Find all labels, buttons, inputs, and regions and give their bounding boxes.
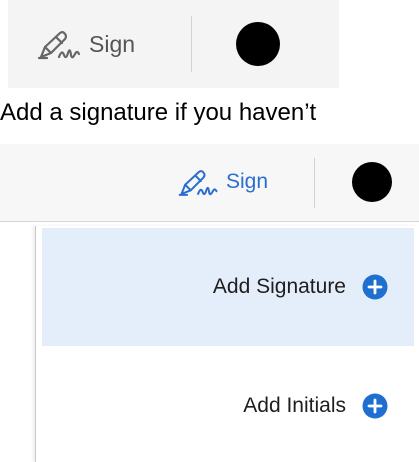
menu-item-label: Add Signature (212, 275, 346, 298)
sign-button[interactable]: Sign (35, 26, 135, 62)
top-toolbar: Sign (8, 0, 339, 88)
black-circle[interactable] (352, 162, 392, 202)
plus-circle-icon (362, 274, 388, 300)
menu-item-add-signature[interactable]: Add Signature (42, 228, 414, 346)
sign-label: Sign (89, 30, 136, 57)
active-toolbar: Sign (0, 144, 419, 222)
plus-circle-icon (362, 393, 388, 419)
pen-signature-icon (178, 170, 218, 196)
sign-label: Sign (226, 170, 269, 193)
sign-button-active[interactable]: Sign (176, 164, 268, 200)
instruction-caption: Add a signature if you haven’t (0, 99, 317, 126)
menu-item-label: Add Initials (243, 394, 346, 417)
pen-signature-icon (37, 31, 81, 60)
menu-item-add-initials[interactable]: Add Initials (42, 350, 414, 462)
toolbar-divider (314, 158, 315, 208)
toolbar-divider (191, 16, 192, 72)
black-circle[interactable] (236, 22, 280, 66)
sign-dropdown-menu: Add Signature Add Initials (35, 226, 419, 462)
